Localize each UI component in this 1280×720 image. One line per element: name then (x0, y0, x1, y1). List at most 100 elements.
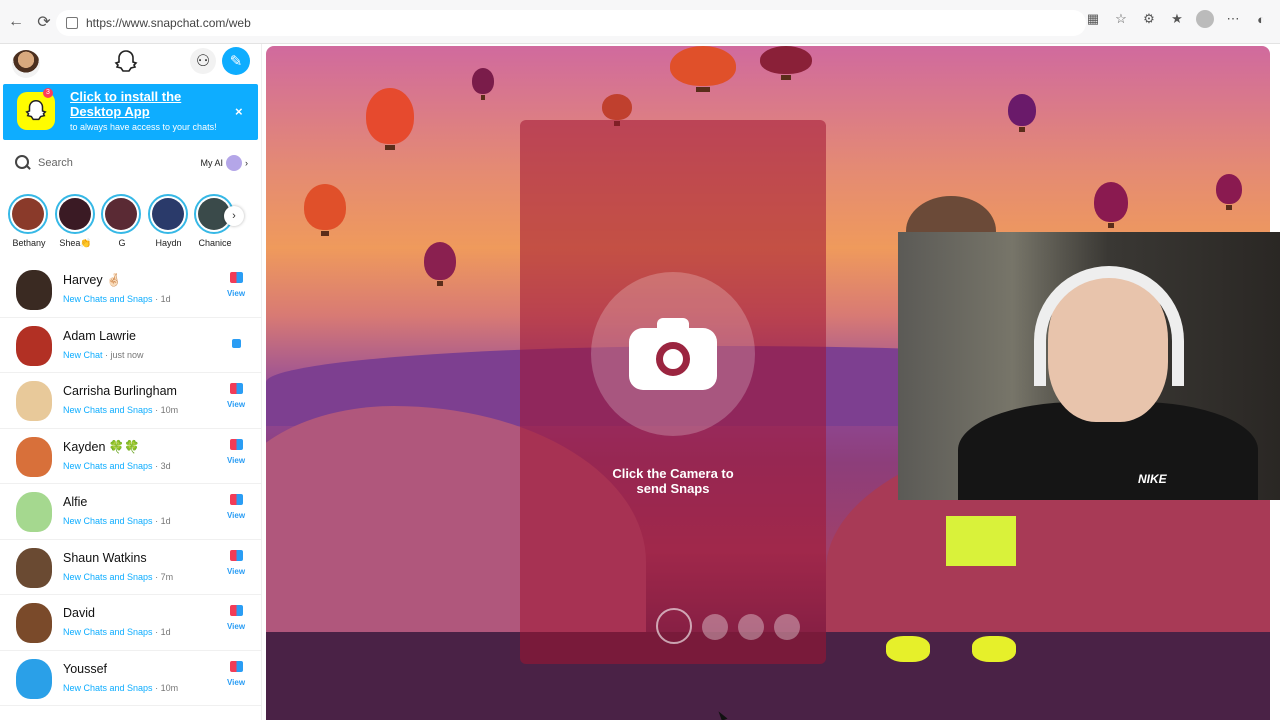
add-friend-button[interactable]: ⚇ (190, 48, 216, 74)
lens-option[interactable] (774, 614, 800, 640)
lens-option[interactable] (738, 614, 764, 640)
chat-time: · just now (105, 349, 144, 360)
search-input[interactable] (38, 157, 178, 169)
friend-name: Harvey 🤞🏻 (63, 273, 122, 287)
send-snap-card: Click the Camera to send Snaps (520, 120, 826, 664)
friend-name: Carrisha Burlingham (63, 384, 177, 398)
new-chat-icon: ✎ (229, 53, 243, 70)
hot-air-balloon (602, 94, 632, 126)
lens-option[interactable] (702, 614, 728, 640)
friend-bitmoji-avatar (16, 658, 52, 699)
camera-prompt: Click the Camera to send Snaps (520, 466, 826, 496)
chat-row[interactable]: Alfie New Chats and Snaps · 1d View (0, 484, 261, 540)
chat-status: New Chats and Snaps · 7m (63, 572, 173, 582)
view-snap-button[interactable]: View (224, 605, 248, 631)
friend-name: Shaun Watkins (63, 550, 147, 565)
copilot-icon[interactable]: ◐ (1252, 10, 1270, 28)
chat-time: · 7m (155, 571, 174, 582)
chat-row[interactable]: Carrisha Burlingham New Chats and Snaps ·… (0, 373, 261, 429)
favorites-icon[interactable]: ★ (1168, 10, 1186, 28)
install-desktop-banner[interactable]: 3 Click to install the Desktop App to al… (3, 84, 258, 140)
view-snap-button[interactable]: View (224, 549, 248, 576)
profile-avatar[interactable] (1196, 10, 1214, 28)
favorite-star-icon[interactable]: ☆ (1112, 10, 1130, 28)
chat-status-text: New Chat (63, 349, 103, 360)
chat-status-text: New Chats and Snaps (63, 516, 153, 526)
url-text: https://www.snapchat.com/web (86, 16, 251, 30)
browser-actions: ▦ ☆ ⚙ ★ ⋯ ◐ (1084, 10, 1270, 28)
view-snap-button[interactable]: View (224, 272, 248, 298)
my-profile-avatar[interactable] (12, 50, 40, 78)
story-item[interactable]: G (101, 194, 143, 248)
chat-action[interactable] (224, 328, 248, 348)
stories-next-button[interactable]: › (224, 206, 244, 226)
chat-status-text: New Chats and Snaps (63, 571, 153, 582)
chat-status: New Chats and Snaps · 1d (63, 516, 171, 526)
hot-air-balloon (472, 68, 494, 100)
hot-air-balloon (760, 46, 812, 80)
chat-status: New Chats and Snaps · 10m (63, 683, 178, 693)
chat-row[interactable]: Youssef New Chats and Snaps · 10m View (0, 651, 261, 706)
chat-status: New Chats and Snaps · 10m (63, 405, 178, 415)
friend-name: Alfie (63, 495, 88, 509)
hot-air-balloon (366, 88, 414, 150)
chat-row[interactable]: David New Chats and Snaps · 1d View (0, 595, 261, 651)
add-friend-icon: ⚇ (195, 53, 211, 70)
story-name: G (118, 238, 126, 248)
search-icon (14, 154, 32, 172)
chat-row[interactable]: Kayden 🍀🍀 New Chats and Snaps · 3d View (0, 429, 261, 484)
hot-air-balloon (304, 184, 346, 236)
chat-time: · 10m (155, 682, 179, 693)
view-label: View (226, 511, 246, 520)
view-label: View (226, 622, 246, 631)
story-thumbnail (105, 198, 137, 230)
view-snap-button[interactable]: View (224, 383, 248, 409)
story-thumbnail (151, 198, 184, 230)
chat-status-text: New Chats and Snaps (63, 682, 153, 693)
lock-icon (66, 17, 78, 29)
friend-bitmoji-avatar (16, 547, 52, 588)
chat-row[interactable]: Adam Lawrie New Chat · just now (0, 318, 261, 373)
lens-capture-ring[interactable] (656, 608, 692, 644)
story-thumbnail (12, 198, 44, 230)
view-label: View (226, 677, 246, 687)
close-banner-button[interactable]: × (235, 104, 243, 119)
story-item[interactable]: Shea👏 (54, 194, 97, 249)
camera-prompt-line2: send Snaps (636, 481, 710, 496)
browser-toolbar: ← ⟳ https://www.snapchat.com/web ▦ ☆ ⚙ ★… (0, 0, 1280, 44)
chat-status-text: New Chats and Snaps (63, 405, 153, 415)
tab-icon[interactable]: ▦ (1084, 10, 1102, 28)
story-name: Haydn (155, 238, 182, 248)
friend-bitmoji-avatar (16, 270, 52, 310)
friend-bitmoji-avatar (16, 436, 52, 477)
new-chat-button[interactable]: ✎ (222, 47, 250, 75)
back-icon[interactable]: ← (2, 8, 30, 36)
address-bar[interactable]: https://www.snapchat.com/web (56, 10, 1086, 36)
hot-air-balloon (670, 46, 736, 92)
friend-name: Youssef (63, 661, 108, 676)
camera-button[interactable] (591, 272, 755, 436)
my-ai-button[interactable]: My AI › (200, 151, 248, 175)
friend-bitmoji-avatar (16, 492, 52, 532)
camera-prompt-line1: Click the Camera to (612, 466, 734, 481)
view-snap-button[interactable]: View (224, 660, 248, 687)
chat-status: New Chats and Snaps · 1d (63, 294, 171, 304)
install-banner-title[interactable]: Click to install the Desktop App (70, 89, 230, 119)
chat-row[interactable]: Shaun Watkins New Chats and Snaps · 7m Vie… (0, 540, 261, 595)
extensions-icon[interactable]: ⚙ (1140, 10, 1158, 28)
view-snap-button[interactable]: View (224, 438, 248, 465)
more-menu-icon[interactable]: ⋯ (1224, 10, 1242, 28)
friend-bitmoji-avatar (16, 381, 52, 421)
hot-air-balloon (1094, 182, 1128, 228)
snapchat-ghost-icon (114, 50, 138, 72)
story-item[interactable]: Bethany (8, 194, 50, 248)
view-snap-button[interactable]: View (224, 494, 248, 520)
reload-icon[interactable]: ⟳ (30, 8, 58, 36)
chat-row[interactable]: Harvey 🤞🏻 New Chats and Snaps · 1d View (0, 262, 261, 318)
view-label: View (226, 400, 246, 409)
story-item[interactable]: Haydn (147, 194, 190, 248)
chevron-right-icon: › (245, 158, 248, 168)
story-ring (54, 194, 95, 234)
chat-time: · 1d (155, 627, 171, 637)
hot-air-balloon (1008, 94, 1036, 132)
